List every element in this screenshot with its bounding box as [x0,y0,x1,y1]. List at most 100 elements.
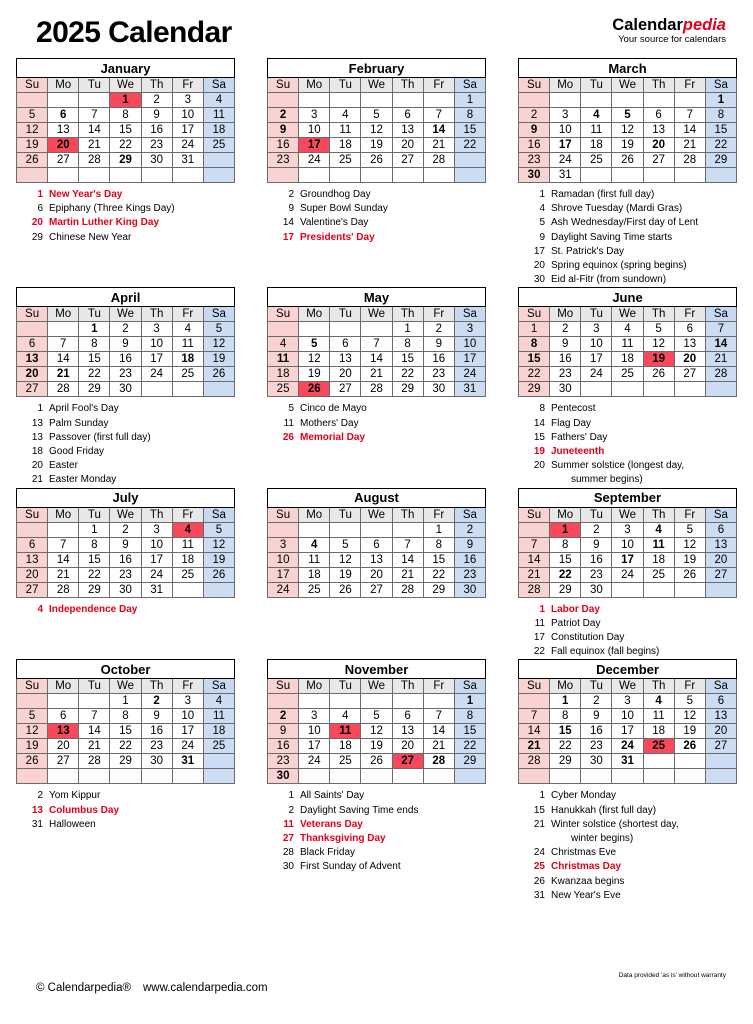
day-cell-empty[interactable] [329,92,362,108]
day-cell-empty[interactable] [47,521,80,538]
day-cell[interactable]: 16 [109,351,142,368]
day-cell[interactable]: 4 [266,336,300,353]
day-cell[interactable]: 1 [78,521,111,538]
day-cell[interactable]: 18 [611,351,644,368]
day-cell-empty[interactable] [202,381,236,398]
day-cell[interactable]: 15 [422,551,455,568]
day-cell[interactable]: 6 [47,708,80,725]
day-cell[interactable]: 11 [611,336,644,353]
day-cell[interactable]: 9 [140,708,173,725]
day-cell[interactable]: 25 [642,738,675,755]
day-cell[interactable]: 23 [140,137,173,153]
day-cell[interactable]: 26 [360,152,393,168]
day-cell-empty[interactable] [517,693,551,710]
day-cell[interactable]: 5 [611,107,644,123]
day-cell[interactable]: 11 [642,536,675,553]
day-cell[interactable]: 27 [47,753,80,770]
day-cell[interactable]: 23 [517,152,551,168]
day-cell[interactable]: 29 [453,753,487,770]
day-cell[interactable]: 11 [202,708,236,725]
day-cell[interactable]: 27 [673,366,706,383]
day-cell-empty[interactable] [329,167,362,183]
day-cell[interactable]: 21 [47,366,80,383]
day-cell[interactable]: 22 [391,366,424,383]
day-cell[interactable]: 17 [298,137,331,153]
day-cell[interactable]: 11 [642,708,675,725]
day-cell-empty[interactable] [611,92,644,108]
day-cell[interactable]: 31 [611,753,644,770]
day-cell[interactable]: 20 [360,566,393,583]
day-cell[interactable]: 29 [109,753,142,770]
day-cell-empty[interactable] [580,768,613,785]
day-cell[interactable]: 9 [109,336,142,353]
day-cell[interactable]: 3 [580,321,613,338]
day-cell[interactable]: 20 [329,366,362,383]
day-cell[interactable]: 27 [15,381,49,398]
day-cell[interactable]: 7 [422,708,455,725]
day-cell[interactable]: 8 [78,336,111,353]
day-cell[interactable]: 3 [171,693,204,710]
day-cell[interactable]: 5 [360,708,393,725]
day-cell-empty[interactable] [15,693,49,710]
day-cell-empty[interactable] [360,92,393,108]
day-cell[interactable]: 13 [47,723,80,740]
day-cell-empty[interactable] [171,381,204,398]
day-cell[interactable]: 17 [140,551,173,568]
day-cell[interactable]: 3 [140,521,173,538]
day-cell[interactable]: 10 [171,708,204,725]
day-cell-empty[interactable] [78,167,111,183]
day-cell[interactable]: 17 [549,137,582,153]
day-cell[interactable]: 19 [202,551,236,568]
day-cell[interactable]: 5 [642,321,675,338]
day-cell[interactable]: 3 [453,321,487,338]
day-cell-empty[interactable] [642,167,675,183]
day-cell[interactable]: 21 [704,351,738,368]
day-cell[interactable]: 28 [704,366,738,383]
day-cell[interactable]: 5 [298,336,331,353]
day-cell[interactable]: 4 [329,107,362,123]
day-cell[interactable]: 22 [78,566,111,583]
day-cell[interactable]: 18 [171,351,204,368]
day-cell-empty[interactable] [673,381,706,398]
day-cell[interactable]: 15 [549,723,582,740]
day-cell-empty[interactable] [140,381,173,398]
day-cell-empty[interactable] [611,381,644,398]
day-cell[interactable]: 9 [453,536,487,553]
day-cell[interactable]: 21 [673,137,706,153]
day-cell[interactable]: 5 [673,521,706,538]
day-cell[interactable]: 26 [15,753,49,770]
day-cell[interactable]: 29 [704,152,738,168]
day-cell-empty[interactable] [422,693,455,710]
day-cell[interactable]: 28 [47,381,80,398]
day-cell[interactable]: 30 [140,152,173,168]
day-cell-empty[interactable] [171,768,204,785]
day-cell[interactable]: 30 [140,753,173,770]
day-cell[interactable]: 3 [140,321,173,338]
day-cell-empty[interactable] [360,693,393,710]
day-cell-empty[interactable] [704,753,738,770]
day-cell-empty[interactable] [704,768,738,785]
day-cell-empty[interactable] [642,92,675,108]
day-cell[interactable]: 15 [453,723,487,740]
day-cell[interactable]: 13 [47,122,80,138]
day-cell[interactable]: 1 [422,521,455,538]
day-cell[interactable]: 27 [704,738,738,755]
day-cell[interactable]: 22 [549,566,582,583]
day-cell[interactable]: 9 [580,708,613,725]
day-cell[interactable]: 4 [202,92,236,108]
day-cell[interactable]: 2 [549,321,582,338]
day-cell[interactable]: 20 [673,351,706,368]
day-cell[interactable]: 27 [391,152,424,168]
website-url[interactable]: www.calendarpedia.com [143,982,268,994]
day-cell[interactable]: 13 [391,122,424,138]
day-cell[interactable]: 14 [78,122,111,138]
day-cell[interactable]: 31 [171,753,204,770]
day-cell-empty[interactable] [360,768,393,785]
day-cell[interactable]: 23 [580,738,613,755]
day-cell-empty[interactable] [642,768,675,785]
day-cell[interactable]: 1 [453,92,487,108]
day-cell[interactable]: 25 [329,753,362,770]
day-cell-empty[interactable] [580,381,613,398]
day-cell[interactable]: 15 [391,351,424,368]
day-cell[interactable]: 13 [391,723,424,740]
